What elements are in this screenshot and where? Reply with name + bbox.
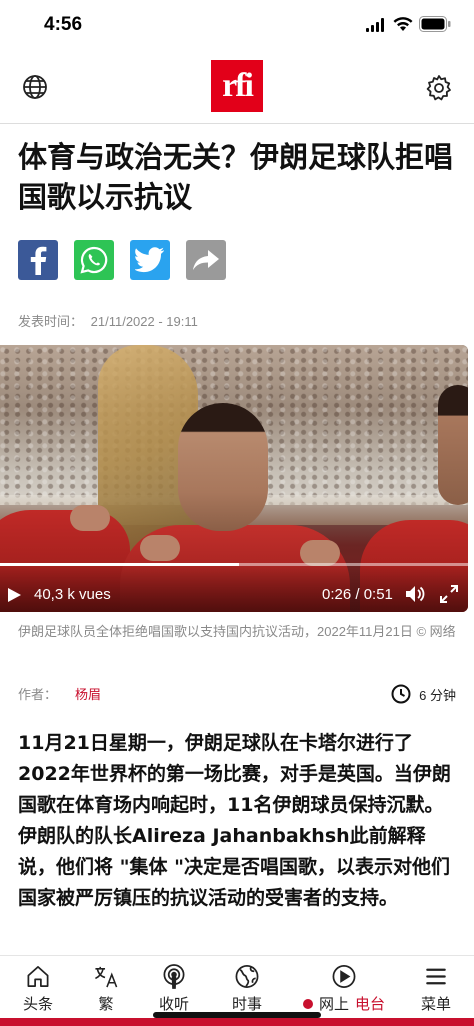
globe-icon <box>235 965 259 988</box>
author-name[interactable]: 杨眉 <box>75 687 101 702</box>
nav-label: 繁 <box>98 996 114 1013</box>
author-label: 作者： <box>18 687 58 702</box>
podcast-icon <box>163 964 185 989</box>
nav-label: 收听 <box>158 996 189 1013</box>
video-time: 0:26 / 0:51 <box>322 586 393 603</box>
logo-text: rfi <box>222 67 254 104</box>
home-icon <box>27 966 49 987</box>
clock-icon <box>391 684 411 704</box>
video-progress-fill <box>0 563 239 566</box>
cellular-signal-icon <box>366 18 384 32</box>
share-icon <box>193 250 219 270</box>
battery-icon <box>419 16 451 32</box>
share-more-button[interactable] <box>186 240 226 280</box>
share-buttons <box>18 240 226 282</box>
article-body: 11月21日星期一，伊朗足球队在卡塔尔进行了2022年世界杯的第一场比赛，对手是… <box>18 732 451 909</box>
translate-icon <box>95 966 118 988</box>
live-indicator-dot <box>302 999 313 1009</box>
publish-date: 发表时间： 21/11/2022 - 19:11 <box>18 311 202 330</box>
video-frame-player <box>178 403 268 531</box>
read-time-value: 6 分钟 <box>419 687 456 703</box>
volume-icon[interactable] <box>405 585 425 603</box>
video-views: 40,3 k vues <box>34 586 111 603</box>
share-facebook-button[interactable] <box>18 240 58 280</box>
app-header: rfi <box>0 52 474 124</box>
image-caption: 伊朗足球队员全体拒绝唱国歌以支持国内抗议活动，2022年11月21日 © 网络 <box>18 624 456 639</box>
play-circle-icon <box>332 965 356 988</box>
brand-strip <box>0 1018 474 1026</box>
whatsapp-icon <box>80 246 108 274</box>
nav-label: 菜单 <box>420 996 451 1013</box>
nav-headlines[interactable]: 头条 <box>20 964 56 1014</box>
wifi-icon <box>393 17 413 31</box>
author-row: 作者： 杨眉 6 分钟 <box>18 684 456 704</box>
video-progress-bar[interactable] <box>0 563 468 566</box>
menu-icon <box>426 968 446 985</box>
status-bar: 4:56 <box>0 0 474 52</box>
read-time: 6 分钟 <box>391 684 456 704</box>
nav-station: 电台 <box>355 996 386 1013</box>
nav-traditional[interactable]: 繁 <box>88 964 124 1014</box>
fullscreen-icon[interactable] <box>440 585 458 603</box>
nav-label: 时事 <box>231 996 262 1013</box>
nav-current-affairs[interactable]: 时事 <box>229 964 265 1014</box>
play-icon[interactable] <box>6 587 22 603</box>
twitter-icon <box>135 247 164 273</box>
share-whatsapp-button[interactable] <box>74 240 114 280</box>
publish-date-label: 发表时间： <box>18 314 84 329</box>
rfi-logo[interactable]: rfi <box>211 60 263 112</box>
video-player[interactable] <box>0 345 468 612</box>
nav-live-label: 网上 电台 <box>302 993 386 1014</box>
article-title: 体育与政治无关？伊朗足球队拒唱国歌以示抗议 <box>18 140 454 214</box>
settings-gear-icon[interactable] <box>425 74 453 102</box>
publish-date-value: 21/11/2022 - 19:11 <box>90 314 198 329</box>
nav-live-radio[interactable]: 网上 电台 <box>296 964 392 1014</box>
nav-listen[interactable]: 收听 <box>156 964 192 1014</box>
share-twitter-button[interactable] <box>130 240 170 280</box>
nav-menu[interactable]: 菜单 <box>418 964 454 1014</box>
nav-label: 网上 <box>318 996 349 1013</box>
language-globe-icon[interactable] <box>22 74 48 100</box>
nav-label: 头条 <box>22 996 53 1013</box>
facebook-icon <box>30 246 47 275</box>
status-time: 4:56 <box>44 14 83 35</box>
